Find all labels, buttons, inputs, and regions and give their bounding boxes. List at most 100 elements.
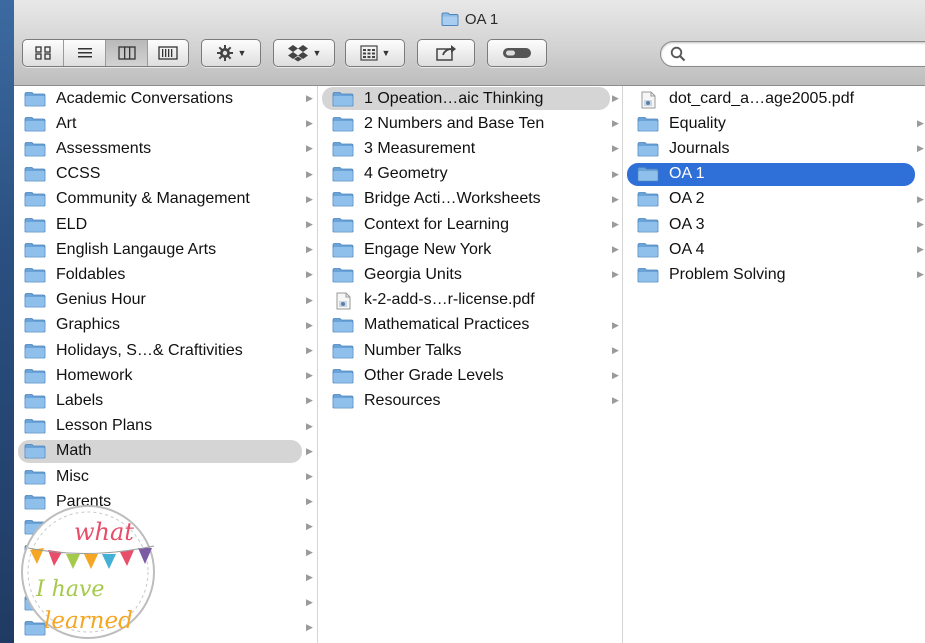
dropbox-menu-button[interactable]: ▼ [273,39,335,67]
item-label: Bridge Acti…Worksheets [364,190,541,208]
folder-icon [332,368,354,384]
item-label: Equality [669,114,726,132]
share-button[interactable] [417,39,475,67]
item-label: Number Talks [364,341,462,359]
folder-row[interactable]: 3 Measurement ▶ [318,137,622,160]
logo-text-what: what [74,518,134,546]
folder-row[interactable]: Bridge Acti…Worksheets ▶ [318,188,622,211]
logo-text-learned: learned [44,608,133,634]
folder-icon [24,343,46,359]
folder-row[interactable]: Community & Management ▶ [14,188,317,211]
folder-row[interactable]: Other Grade Levels ▶ [318,364,622,387]
folder-row[interactable]: OA 4 ▶ [623,238,925,261]
folder-icon [332,267,354,283]
view-mode-control [22,39,189,67]
disclosure-arrow-icon: ▶ [306,471,313,481]
pdf-file-icon [332,292,354,310]
folder-row[interactable]: Assessments ▶ [14,137,317,160]
item-label: CCSS [56,165,101,183]
folder-row[interactable]: Number Talks ▶ [318,339,622,362]
folder-row[interactable]: Holidays, S…& Craftivities ▶ [14,339,317,362]
disclosure-arrow-icon: ▶ [306,345,313,355]
disclosure-arrow-icon: ▶ [612,193,619,204]
folder-icon [24,217,46,233]
folder-row[interactable]: Lesson Plans ▶ [14,415,317,438]
folder-row[interactable]: OA 2 ▶ [623,188,925,211]
item-label: Context for Learning [364,215,509,233]
folder-row[interactable]: Foldables ▶ [14,263,317,286]
item-label: Misc [56,467,89,485]
folder-row[interactable]: Misc ▶ [14,465,317,488]
list-view-icon [77,48,92,58]
folder-row[interactable]: Problem Solving ▶ [623,263,925,286]
folder-row[interactable]: 4 Geometry ▶ [318,163,622,186]
folder-row[interactable]: CCSS ▶ [14,163,317,186]
folder-row[interactable]: Homework ▶ [14,364,317,387]
folder-row[interactable]: OA 1 ▶ [623,162,925,186]
toolbar-toggle-button[interactable] [487,39,547,67]
item-label: Homework [56,366,133,384]
item-label: Math [56,442,92,460]
chevron-down-icon: ▼ [237,48,247,58]
folder-row[interactable]: Labels ▶ [14,389,317,412]
folder-row[interactable]: 1 Opeation…aic Thinking ▶ [318,87,622,110]
disclosure-arrow-icon: ▶ [306,143,313,154]
folder-row[interactable]: Graphics ▶ [14,314,317,337]
item-label: 3 Measurement [364,139,476,157]
item-label: OA 3 [669,215,705,233]
folder-icon [637,267,659,283]
finder-window: OA 1 ▼ ▼ ▼ Academic Conversations ▶ Art … [14,0,925,643]
folder-row[interactable]: 2 Numbers and Base Ten ▶ [318,112,622,135]
item-label: Genius Hour [56,291,146,309]
browser-column-3[interactable]: dot_card_a…age2005.pdf Equality ▶ Journals ▶… [623,86,925,643]
folder-row[interactable]: Mathematical Practices ▶ [318,314,622,337]
cover-flow-view-button[interactable] [148,40,188,66]
folder-icon [332,116,354,132]
folder-row[interactable]: ELD ▶ [14,213,317,236]
folder-icon [637,191,659,207]
folder-row[interactable]: Resources ▶ [318,389,622,412]
file-row[interactable]: dot_card_a…age2005.pdf [623,87,925,110]
folder-icon [24,292,46,308]
arrange-menu-button[interactable]: ▼ [345,39,405,67]
toggle-icon [503,48,531,58]
folder-icon [637,141,659,157]
disclosure-arrow-icon: ▶ [612,269,619,280]
desktop-background [0,0,14,643]
folder-row[interactable]: Georgia Units ▶ [318,263,622,286]
folder-icon [332,317,354,333]
disclosure-arrow-icon: ▶ [306,244,313,255]
folder-row[interactable]: Context for Learning ▶ [318,213,622,236]
folder-icon [332,393,354,409]
folder-row[interactable]: Art ▶ [14,112,317,135]
folder-row[interactable]: Math ▶ [14,439,317,463]
browser-column-2[interactable]: 1 Opeation…aic Thinking ▶ 2 Numbers and Ba… [318,86,623,643]
pdf-file-icon [637,91,659,108]
folder-row[interactable]: Journals ▶ [623,137,925,160]
folder-row[interactable]: Academic Conversations ▶ [14,87,317,110]
folder-row[interactable]: Equality ▶ [623,112,925,135]
action-menu-button[interactable]: ▼ [201,39,261,67]
list-view-button[interactable] [64,40,106,66]
folder-icon [332,343,354,359]
folder-icon [332,191,354,207]
folder-row[interactable]: Genius Hour ▶ [14,289,317,312]
file-row[interactable]: k-2-add-s…r-license.pdf [318,289,622,312]
icon-view-button[interactable] [23,40,64,66]
folder-icon [24,267,46,283]
item-label: 2 Numbers and Base Ten [364,114,545,132]
search-input[interactable] [660,41,925,67]
item-label: Holidays, S…& Craftivities [56,341,243,359]
disclosure-arrow-icon: ▶ [306,597,313,607]
folder-row[interactable]: Engage New York ▶ [318,238,622,261]
disclosure-arrow-icon: ▶ [306,93,313,103]
logo-text-i-have: I have [35,577,104,602]
folder-row[interactable]: English Langauge Arts ▶ [14,238,317,261]
disclosure-arrow-icon: ▶ [306,420,313,431]
folder-row[interactable]: OA 3 ▶ [623,213,925,236]
disclosure-arrow-icon: ▶ [306,496,313,507]
disclosure-arrow-icon: ▶ [612,93,619,103]
grid-icon [359,45,378,61]
disclosure-arrow-icon: ▶ [612,370,619,381]
column-view-button[interactable] [106,40,148,66]
